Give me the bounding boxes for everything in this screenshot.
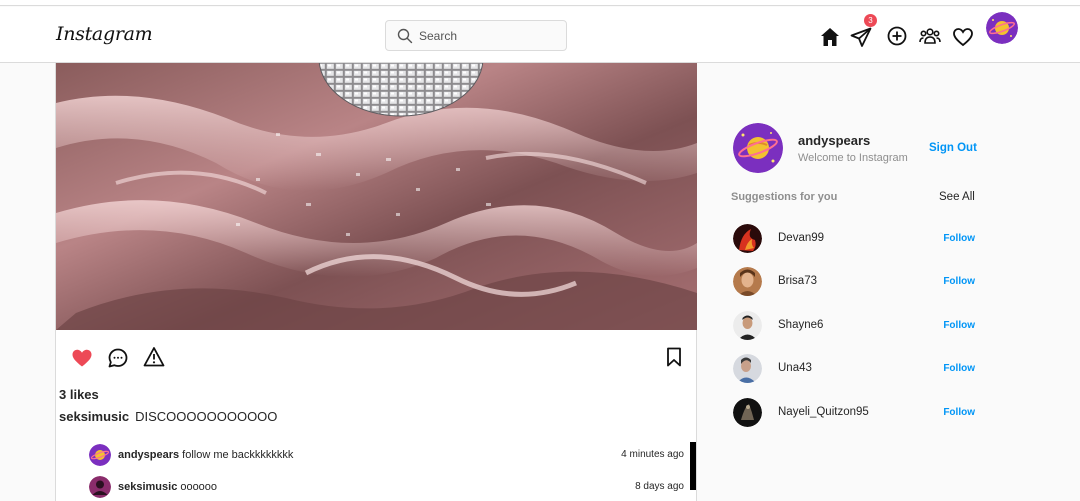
bookmark-icon[interactable] — [662, 345, 686, 369]
sign-out-button[interactable]: Sign Out — [929, 142, 977, 154]
suggestions-heading: Suggestions for you — [731, 191, 838, 203]
dark-avatar-image — [733, 398, 762, 427]
comment-text: andyspears follow me backkkkkkkk — [118, 449, 293, 461]
suggestion-avatar[interactable] — [733, 398, 762, 427]
suggestion-avatar[interactable] — [733, 224, 762, 253]
comment-username[interactable]: andyspears — [118, 449, 179, 461]
person-avatar-image — [733, 354, 762, 383]
planet-avatar-image — [733, 123, 783, 173]
comment-timestamp: 8 days ago — [635, 481, 684, 492]
follow-button[interactable]: Follow — [943, 233, 975, 244]
instagram-logo[interactable]: Instagram — [56, 23, 153, 45]
report-warning-icon[interactable] — [142, 345, 166, 369]
suggestion-item: Devan99 Follow — [733, 224, 975, 254]
comment-body: follow me backkkkkkkk — [182, 449, 294, 461]
person-avatar-image — [733, 311, 762, 340]
profile-avatar[interactable] — [733, 123, 783, 173]
post-actions-bar — [56, 343, 696, 373]
people-icon[interactable] — [918, 24, 942, 48]
suggestion-username[interactable]: Brisa73 — [778, 275, 817, 287]
suggestion-username[interactable]: Nayeli_Quitzon95 — [778, 406, 869, 418]
avatar[interactable] — [986, 12, 1018, 44]
follow-button[interactable]: Follow — [943, 363, 975, 374]
caption-username[interactable]: seksimusic — [59, 409, 129, 424]
follow-button[interactable]: Follow — [943, 276, 975, 287]
comment-username[interactable]: seksimusic — [118, 481, 177, 493]
profile-username[interactable]: andyspears — [798, 133, 870, 148]
create-post-icon[interactable] — [885, 24, 909, 48]
comment-avatar[interactable] — [89, 444, 111, 466]
follow-button[interactable]: Follow — [943, 407, 975, 418]
comment-avatar[interactable] — [89, 476, 111, 498]
comment-timestamp: 4 minutes ago — [621, 449, 684, 460]
search-icon — [397, 28, 413, 44]
search-box[interactable] — [385, 20, 567, 51]
suggestion-item: Nayeli_Quitzon95 Follow — [733, 398, 975, 428]
suggestion-item: Brisa73 Follow — [733, 267, 975, 297]
suggestion-avatar[interactable] — [733, 267, 762, 296]
suggestion-item: Una43 Follow — [733, 354, 975, 384]
notification-badge: 3 — [864, 14, 877, 27]
likes-count[interactable]: 3 likes — [59, 387, 99, 402]
post-caption: seksimusic DISCOOOOOOOOOOO — [59, 409, 277, 424]
pink-satin-disco-photo — [56, 63, 697, 330]
person-avatar-image — [733, 267, 762, 296]
caption-text: DISCOOOOOOOOOOO — [135, 409, 278, 424]
suggestion-avatar[interactable] — [733, 311, 762, 340]
activity-heart-icon[interactable] — [951, 25, 975, 49]
suggestion-username[interactable]: Shayne6 — [778, 319, 823, 331]
comments-scrollbar[interactable] — [690, 442, 696, 490]
fire-avatar-image — [733, 224, 762, 253]
see-all-link[interactable]: See All — [939, 191, 975, 203]
feed-post: 3 likes seksimusic DISCOOOOOOOOOOO andysp… — [55, 63, 697, 501]
planet-avatar-image — [89, 444, 111, 466]
comment-row: seksimusic oooooo 8 days ago — [89, 476, 684, 500]
browser-top-edge — [0, 0, 1080, 6]
comment-icon[interactable] — [106, 346, 130, 370]
suggestion-username[interactable]: Devan99 — [778, 232, 824, 244]
person-avatar-image — [89, 476, 111, 498]
planet-avatar-image — [986, 12, 1018, 44]
suggestion-avatar[interactable] — [733, 354, 762, 383]
like-heart-icon[interactable] — [70, 346, 94, 370]
comment-row: andyspears follow me backkkkkkkk 4 minute… — [89, 444, 684, 468]
suggestion-item: Shayne6 Follow — [733, 311, 975, 341]
post-photo[interactable] — [56, 63, 697, 330]
home-icon[interactable] — [818, 25, 842, 49]
follow-button[interactable]: Follow — [943, 320, 975, 331]
direct-messages-icon[interactable] — [849, 25, 873, 49]
comment-text: seksimusic oooooo — [118, 481, 217, 493]
comment-body: oooooo — [180, 481, 218, 493]
suggestion-username[interactable]: Una43 — [778, 362, 812, 374]
search-input[interactable] — [419, 27, 559, 45]
top-navigation-bar: Instagram — [0, 7, 1080, 63]
profile-subtitle: Welcome to Instagram — [798, 152, 908, 164]
